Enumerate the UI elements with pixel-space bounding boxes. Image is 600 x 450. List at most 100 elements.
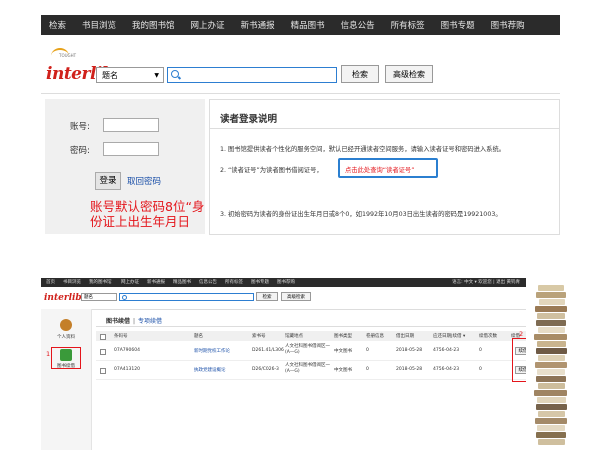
book-icon: [538, 355, 565, 361]
search-button[interactable]: 检索: [256, 292, 278, 301]
cell-due-date: 4756-04-23: [433, 348, 460, 353]
cell-loan-date: 2018-05-28: [396, 367, 423, 372]
tab-book-renew[interactable]: 图书续借: [106, 318, 130, 325]
cell-volume: 0: [366, 367, 369, 372]
cell-callno: D26/C026-3: [252, 367, 279, 372]
book-icon: [534, 334, 567, 340]
default-password-note: 账号默认密码8位“身份证上出生年月日: [90, 199, 205, 229]
cell-callno: D261.41/L306: [252, 348, 284, 353]
cell-location: 人文社科图书借阅区一(A—G): [285, 363, 330, 374]
book-icon: [534, 390, 567, 396]
col-due-date[interactable]: 应还日期|续借 ▾: [433, 333, 465, 339]
top-nav-bar: 检索 书目浏览 我的图书馆 网上办证 新书通报 精品图书 信息公告 所有标签 图…: [41, 15, 560, 35]
instruction-3: 3. 初始密码为读者的身份证出生年月日或8个0，如1992年10月03日出生读者…: [220, 211, 502, 218]
nav-item-tags[interactable]: 所有标签: [383, 19, 433, 31]
cell-barcode: 07A790604: [114, 348, 140, 353]
nav-item-browse[interactable]: 书目浏览: [74, 19, 124, 31]
user-status[interactable]: 语言: 中文 ▾ 欢迎您 | 退出 黄钨青: [452, 279, 520, 285]
search-input[interactable]: [167, 67, 337, 83]
nav-item-search[interactable]: 检索: [41, 19, 74, 31]
search-type-select[interactable]: 题名 ▼: [96, 67, 164, 83]
col-loan-date: 借出日期: [396, 334, 414, 339]
instructions-title: 读者登录说明: [220, 114, 278, 125]
book-icon: [535, 306, 567, 312]
cell-renew-count: 0: [479, 348, 482, 353]
password-input[interactable]: [103, 142, 159, 156]
tab-separator: |: [133, 318, 136, 325]
nav-item-topics[interactable]: 图书专题: [433, 19, 483, 31]
cell-location: 人文社科图书借阅区一(A—G): [285, 344, 330, 355]
nav-item-topics[interactable]: 图书专题: [251, 279, 269, 285]
nav-item-featured[interactable]: 精品图书: [173, 279, 191, 285]
nav-item-my-library[interactable]: 我的图书馆: [89, 279, 112, 285]
book-icon: [538, 327, 565, 333]
cell-barcode: 07A413120: [114, 367, 140, 372]
tab-special-renew[interactable]: 专项续借: [138, 318, 162, 325]
search-icon: [171, 70, 179, 78]
nav-item-online-card[interactable]: 网上办证: [183, 19, 233, 31]
login-instructions-panel: 读者登录说明 1. 图书馆提供读者个性化的服务空间，默认已经开通读者空间服务，请…: [209, 99, 560, 235]
book-icon: [538, 383, 565, 389]
col-barcode: 条码号: [114, 334, 128, 339]
book-icon: [537, 313, 565, 319]
nav-item-recommend[interactable]: 图书荐购: [483, 19, 533, 31]
search-type-select[interactable]: 题名: [81, 293, 117, 301]
search-input[interactable]: [119, 293, 254, 301]
login-screenshot: 检索 书目浏览 我的图书馆 网上办证 新书通报 精品图书 信息公告 所有标签 图…: [41, 15, 560, 235]
nav-item-new-books[interactable]: 新书通报: [233, 19, 283, 31]
interlib-logo: interlib: [44, 293, 82, 303]
highlight-box-sidebar: [51, 347, 81, 369]
nav-item-online-card[interactable]: 网上办证: [121, 279, 139, 285]
retrieve-password-link[interactable]: 取回密码: [127, 175, 161, 187]
row-checkbox[interactable]: [100, 349, 106, 355]
book-icon: [536, 348, 567, 354]
query-card-number-link[interactable]: 点击此处查询“读者证号”: [345, 165, 415, 174]
search-button[interactable]: 检索: [341, 65, 379, 83]
cell-title-link[interactable]: 新时期党校工作论: [194, 348, 230, 354]
col-title: 题名: [194, 334, 203, 339]
instruction-1: 1. 图书馆提供读者个性化的服务空间，默认已经开通读者空间服务，请输入读者证号和…: [220, 146, 506, 153]
sidebar-item-profile[interactable]: 个人资料: [53, 319, 79, 340]
nav-item-featured[interactable]: 精品图书: [283, 19, 333, 31]
nav-item-home[interactable]: 首页: [46, 279, 55, 285]
book-icon: [539, 299, 565, 305]
advanced-search-button[interactable]: 高级检索: [281, 292, 311, 301]
sidebar-label-profile: 个人资料: [57, 335, 75, 340]
nav-item-notices[interactable]: 信息公告: [333, 19, 383, 31]
row-checkbox[interactable]: [100, 368, 106, 374]
col-renew-count: 续借次数: [479, 334, 497, 339]
cell-title-link[interactable]: 执政党建设概论: [194, 367, 226, 373]
step-marker-1: 1: [46, 350, 51, 358]
nav-item-browse[interactable]: 书目浏览: [63, 279, 81, 285]
search-header: TOUGHT interlib 题名 ▼ 检索 高级检索: [41, 35, 560, 94]
book-icon: [536, 404, 567, 410]
login-panel: 账号: 密码: 登录 取回密码 账号默认密码8位“身份证上出生年月日: [45, 99, 205, 234]
account-input[interactable]: [103, 118, 159, 132]
book-stack-image: [532, 285, 570, 450]
search-type-value: 题名: [102, 71, 118, 80]
col-callno: 索书号: [252, 334, 266, 339]
book-icon: [537, 341, 566, 347]
highlight-box-renew: [512, 338, 526, 382]
nav-item-notices[interactable]: 信息公告: [199, 279, 217, 285]
cell-type: 中文图书: [334, 349, 352, 354]
book-icon: [535, 418, 567, 424]
select-all-checkbox[interactable]: [100, 334, 106, 340]
nav-item-my-library[interactable]: 我的图书馆: [124, 19, 183, 31]
advanced-search-button[interactable]: 高级检索: [385, 65, 433, 83]
login-button[interactable]: 登录: [95, 172, 121, 190]
book-icon: [536, 292, 566, 298]
search-icon: [122, 295, 127, 300]
password-label: 密码:: [70, 146, 90, 156]
bottom-search-header: interlib 题名 检索 高级检索: [41, 287, 526, 310]
nav-item-tags[interactable]: 所有标签: [225, 279, 243, 285]
table-row: 07A413120 执政党建设概论 D26/C026-3 人文社科图书借阅区一(…: [96, 362, 526, 380]
book-icon: [537, 425, 565, 431]
bottom-nav-bar: 首页 书目浏览 我的图书馆 网上办证 新书通报 精品图书 信息公告 所有标签 图…: [41, 278, 526, 287]
cell-volume: 0: [366, 348, 369, 353]
nav-item-new-books[interactable]: 新书通报: [147, 279, 165, 285]
query-card-number-box[interactable]: 点击此处查询“读者证号”: [338, 158, 438, 178]
book-icon: [536, 376, 566, 382]
cell-type: 中文图书: [334, 368, 352, 373]
nav-item-recommend[interactable]: 图书荐购: [277, 279, 295, 285]
